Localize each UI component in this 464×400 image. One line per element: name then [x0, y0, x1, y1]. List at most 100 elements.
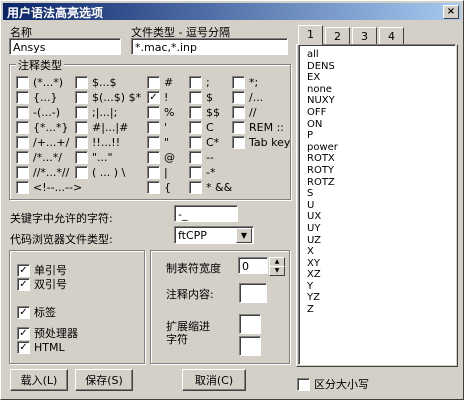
checkbox-box[interactable]: ✓	[17, 263, 30, 277]
list-item[interactable]: YZ	[299, 292, 455, 304]
checkbox-box[interactable]	[147, 181, 160, 194]
checkbox-box[interactable]	[75, 106, 88, 119]
list-item[interactable]: Z	[299, 304, 455, 316]
comment-type-checkbox[interactable]: /+...+/	[16, 136, 69, 149]
list-item[interactable]: OFF	[299, 107, 455, 119]
list-item[interactable]: XZ	[299, 269, 455, 281]
comment-type-checkbox[interactable]: <!--...-->	[16, 181, 82, 194]
checkbox-box[interactable]	[189, 181, 202, 194]
comment-type-checkbox[interactable]: '	[147, 121, 167, 134]
checkbox-box[interactable]	[189, 121, 202, 134]
comment-type-checkbox[interactable]: {*...*}	[16, 121, 69, 134]
list-item[interactable]: S	[299, 188, 455, 200]
checkbox-box[interactable]: ✓	[17, 277, 30, 291]
checkbox-box[interactable]	[16, 106, 29, 119]
cancel-button[interactable]: 取消(C)	[182, 369, 246, 391]
list-item[interactable]: UZ	[299, 235, 455, 247]
checkbox-box[interactable]	[189, 151, 202, 164]
expand-indent-field-2[interactable]	[239, 336, 261, 356]
tab-width-field[interactable]: 0	[238, 257, 268, 274]
list-item[interactable]: none	[299, 84, 455, 96]
list-item[interactable]: U	[299, 200, 455, 212]
checkbox-box[interactable]	[16, 76, 29, 89]
chevron-down-icon[interactable]: ▼	[236, 228, 252, 243]
list-item[interactable]: UY	[299, 223, 455, 235]
list-item[interactable]: ROTY	[299, 165, 455, 177]
list-item[interactable]: Y	[299, 281, 455, 293]
comment-type-checkbox[interactable]: REM ::	[232, 121, 284, 134]
comment-type-checkbox[interactable]: //*...*//	[16, 166, 69, 179]
case-sensitive-checkbox[interactable]: 区分大小写	[297, 376, 369, 392]
checkbox-box[interactable]	[16, 91, 29, 104]
list-item[interactable]: P	[299, 130, 455, 142]
list-item[interactable]: ROTX	[299, 153, 455, 165]
checkbox-box[interactable]	[189, 76, 202, 89]
spin-down-icon[interactable]: ▼	[269, 266, 285, 276]
comment-type-checkbox[interactable]: !!...!!	[75, 136, 120, 149]
checkbox-box[interactable]	[75, 121, 88, 134]
list-item[interactable]: EX	[299, 72, 455, 84]
checkbox-box[interactable]	[75, 136, 88, 149]
tab-4[interactable]: 4	[379, 27, 404, 44]
checkbox-box[interactable]	[189, 91, 202, 104]
comment-type-checkbox[interactable]: $(...$) $*	[75, 91, 141, 104]
comment-type-checkbox[interactable]: %	[147, 106, 174, 119]
checkbox-box[interactable]	[16, 151, 29, 164]
checkbox-box[interactable]	[75, 76, 88, 89]
list-item[interactable]: XY	[299, 258, 455, 270]
list-item[interactable]: all	[299, 49, 455, 61]
comment-type-checkbox[interactable]: C	[189, 121, 214, 134]
checkbox-box[interactable]	[16, 121, 29, 134]
checkbox-box[interactable]: ✓	[147, 91, 160, 104]
comment-type-checkbox[interactable]: |	[147, 166, 168, 179]
browser-type-select[interactable]: ftCPP ▼	[174, 226, 254, 244]
comment-type-checkbox[interactable]: --	[189, 151, 214, 164]
comment-type-checkbox[interactable]: ;|...|;	[75, 106, 117, 119]
comment-type-checkbox[interactable]: {...}	[16, 91, 58, 104]
comment-type-checkbox[interactable]: @	[147, 151, 175, 164]
comment-type-checkbox[interactable]: "	[147, 136, 169, 149]
checkbox-box[interactable]	[189, 136, 202, 149]
name-field[interactable]: Ansys	[9, 38, 121, 55]
comment-type-checkbox[interactable]: ✓!	[147, 91, 168, 104]
checkbox-box[interactable]	[232, 106, 245, 119]
comment-type-checkbox[interactable]: $...$	[75, 76, 117, 89]
checkbox-box[interactable]	[147, 151, 160, 164]
tab-2[interactable]: 2	[325, 27, 350, 44]
list-item[interactable]: ON	[299, 119, 455, 131]
checkbox-box[interactable]	[232, 121, 245, 134]
filetype-field[interactable]: *.mac,*.inp	[131, 38, 288, 55]
close-button[interactable]: ×	[443, 5, 459, 19]
comment-type-checkbox[interactable]: *;	[232, 76, 258, 89]
checkbox-box[interactable]	[75, 91, 88, 104]
option-checkbox[interactable]: ✓ HTML	[17, 341, 65, 354]
list-item[interactable]: NUXY	[299, 95, 455, 107]
comment-type-checkbox[interactable]: ;	[189, 76, 210, 89]
checkbox-box[interactable]	[16, 136, 29, 149]
option-checkbox[interactable]: ✓ 预处理器	[17, 325, 78, 341]
checkbox-box[interactable]	[75, 151, 88, 164]
checkbox-box[interactable]	[147, 121, 160, 134]
checkbox-box[interactable]	[147, 136, 160, 149]
comment-type-checkbox[interactable]: "..."	[75, 151, 113, 164]
option-checkbox[interactable]: ✓ 双引号	[17, 276, 67, 292]
tab-1[interactable]: 1	[298, 25, 323, 45]
comment-type-checkbox[interactable]: $	[189, 91, 213, 104]
comment-type-checkbox[interactable]: -*	[189, 166, 215, 179]
checkbox-box[interactable]	[147, 106, 160, 119]
checkbox-box[interactable]	[189, 166, 202, 179]
checkbox-box[interactable]: ✓	[17, 341, 30, 354]
comment-type-checkbox[interactable]: /*...*/	[16, 151, 62, 164]
comment-type-checkbox[interactable]: $$	[189, 106, 220, 119]
expand-indent-field-1[interactable]	[239, 314, 261, 334]
keyword-chars-field[interactable]: -_	[174, 205, 238, 222]
list-item[interactable]: DENS	[299, 61, 455, 73]
comment-type-checkbox[interactable]: {	[147, 181, 171, 194]
title-bar[interactable]: 用户语法高亮选项 ×	[3, 3, 461, 20]
comment-type-checkbox[interactable]: //	[232, 106, 256, 119]
comment-type-checkbox[interactable]: C*	[189, 136, 219, 149]
checkbox-box[interactable]	[147, 76, 160, 89]
checkbox-box[interactable]	[147, 166, 160, 179]
checkbox-box[interactable]	[232, 136, 245, 149]
comment-type-checkbox[interactable]: ( ... ) \	[75, 166, 125, 179]
